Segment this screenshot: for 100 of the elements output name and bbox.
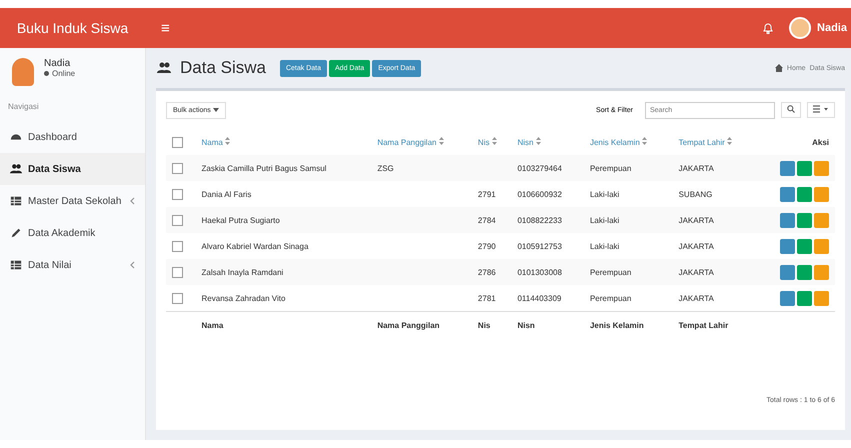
view-button[interactable] xyxy=(780,186,795,202)
column-footer: Jenis Kelamin xyxy=(584,312,673,338)
column-header[interactable]: Nis xyxy=(472,129,512,155)
column-footer: Nama Panggilan xyxy=(371,312,472,338)
home-icon xyxy=(774,64,783,72)
users-icon xyxy=(156,61,172,75)
checkbox[interactable] xyxy=(172,136,183,148)
columns-dropdown[interactable] xyxy=(807,102,835,118)
table-cell: Alvaro Kabriel Wardan Sinaga xyxy=(196,233,372,259)
table-cell: 2790 xyxy=(472,233,512,259)
table-cell: 0101303008 xyxy=(511,259,584,285)
delete-button[interactable] xyxy=(814,290,829,306)
checkbox[interactable] xyxy=(172,240,183,252)
sort-icon xyxy=(225,137,230,145)
table-cell: 0103279464 xyxy=(511,155,584,181)
caret-icon xyxy=(212,108,219,112)
sidebar-item[interactable]: Master Data Sekolah xyxy=(0,185,145,217)
view-button[interactable] xyxy=(780,290,795,306)
chevron-icon xyxy=(130,261,135,269)
table-cell: Perempuan xyxy=(584,155,673,181)
view-button[interactable] xyxy=(780,264,795,280)
delete-button[interactable] xyxy=(814,160,829,176)
table-cell: 2784 xyxy=(472,207,512,233)
table-cell: Laki-laki xyxy=(584,181,673,207)
checkbox[interactable] xyxy=(172,162,183,174)
checkbox[interactable] xyxy=(172,266,183,278)
table-cell: SUBANG xyxy=(672,181,757,207)
table-cell: JAKARTA xyxy=(672,259,757,285)
search-button[interactable] xyxy=(781,102,801,118)
menu-icon xyxy=(10,195,22,207)
table-cell: Perempuan xyxy=(584,259,673,285)
table-cell: JAKARTA xyxy=(672,233,757,259)
checkbox[interactable] xyxy=(172,188,183,200)
menu-icon xyxy=(10,227,22,239)
user-name[interactable]: Nadia xyxy=(817,22,847,34)
table-cell: JAKARTA xyxy=(672,285,757,312)
delete-button[interactable] xyxy=(814,238,829,254)
table-cell: Laki-laki xyxy=(584,233,673,259)
menu-toggle[interactable]: ≡ xyxy=(157,20,174,36)
column-footer: Nis xyxy=(472,312,512,338)
edit-button[interactable] xyxy=(797,186,812,202)
app-brand[interactable]: Buku Induk Siswa xyxy=(0,20,145,36)
table-cell: Revansa Zahradan Vito xyxy=(196,285,372,312)
table-cell: JAKARTA xyxy=(672,207,757,233)
edit-button[interactable] xyxy=(797,290,812,306)
table-cell: 0106600932 xyxy=(511,181,584,207)
view-button[interactable] xyxy=(780,238,795,254)
column-footer: Nama xyxy=(196,312,372,338)
edit-button[interactable] xyxy=(797,160,812,176)
table-cell: 2781 xyxy=(472,285,512,312)
sidebar-item[interactable]: Dashboard xyxy=(0,121,145,153)
table-cell: ZSG xyxy=(371,155,472,181)
table-cell: Haekal Putra Sugiarto xyxy=(196,207,372,233)
column-header[interactable]: Jenis Kelamin xyxy=(584,129,673,155)
columns-caret-icon xyxy=(813,105,829,113)
page-title: Data Siswa xyxy=(180,58,266,78)
search-icon xyxy=(787,105,795,113)
table-cell: JAKARTA xyxy=(672,155,757,181)
table-cell: 0114403309 xyxy=(511,285,584,312)
menu-icon xyxy=(10,259,22,271)
checkbox[interactable] xyxy=(172,214,183,226)
bell-icon[interactable] xyxy=(763,22,774,34)
view-button[interactable] xyxy=(780,160,795,176)
chevron-icon xyxy=(130,197,135,205)
view-button[interactable] xyxy=(780,212,795,228)
edit-button[interactable] xyxy=(797,238,812,254)
delete-button[interactable] xyxy=(814,186,829,202)
column-header[interactable]: Nama Panggilan xyxy=(371,129,472,155)
sort-icon xyxy=(438,137,444,145)
sort-icon xyxy=(536,137,541,145)
column-header[interactable]: Nisn xyxy=(511,129,584,155)
sidebar-item[interactable]: Data Siswa xyxy=(0,153,145,185)
table-cell: 2786 xyxy=(472,259,512,285)
column-header[interactable]: Nama xyxy=(196,129,372,155)
table-cell: Perempuan xyxy=(584,285,673,312)
delete-button[interactable] xyxy=(814,264,829,280)
avatar-icon[interactable] xyxy=(789,17,812,39)
nav-section-label: Navigasi xyxy=(7,101,40,113)
sidebar-item[interactable]: Data Akademik xyxy=(0,217,145,249)
table-cell: 0105912753 xyxy=(511,233,584,259)
table-cell: Zaskia Camilla Putri Bagus Samsul xyxy=(196,155,372,181)
table-cell: 2791 xyxy=(472,181,512,207)
table-cell: 0108822233 xyxy=(511,207,584,233)
sort-icon xyxy=(492,137,497,145)
status-dot-icon xyxy=(44,71,49,76)
checkbox[interactable] xyxy=(172,292,183,304)
column-footer: Nisn xyxy=(511,312,584,338)
delete-button[interactable] xyxy=(814,212,829,228)
table-cell: Laki-laki xyxy=(584,207,673,233)
user-status: Online xyxy=(52,69,76,78)
table-cell: Zalsah Inayla Ramdani xyxy=(196,259,372,285)
column-header[interactable]: Aksi xyxy=(756,129,835,155)
sidebar-item[interactable]: Data Nilai xyxy=(0,249,145,281)
avatar-icon xyxy=(12,58,34,86)
edit-button[interactable] xyxy=(797,264,812,280)
sort-icon xyxy=(642,137,647,145)
column-header[interactable]: Tempat Lahir xyxy=(672,129,757,155)
edit-button[interactable] xyxy=(797,212,812,228)
sort-icon xyxy=(727,137,732,145)
user-name: Nadia xyxy=(44,58,72,69)
